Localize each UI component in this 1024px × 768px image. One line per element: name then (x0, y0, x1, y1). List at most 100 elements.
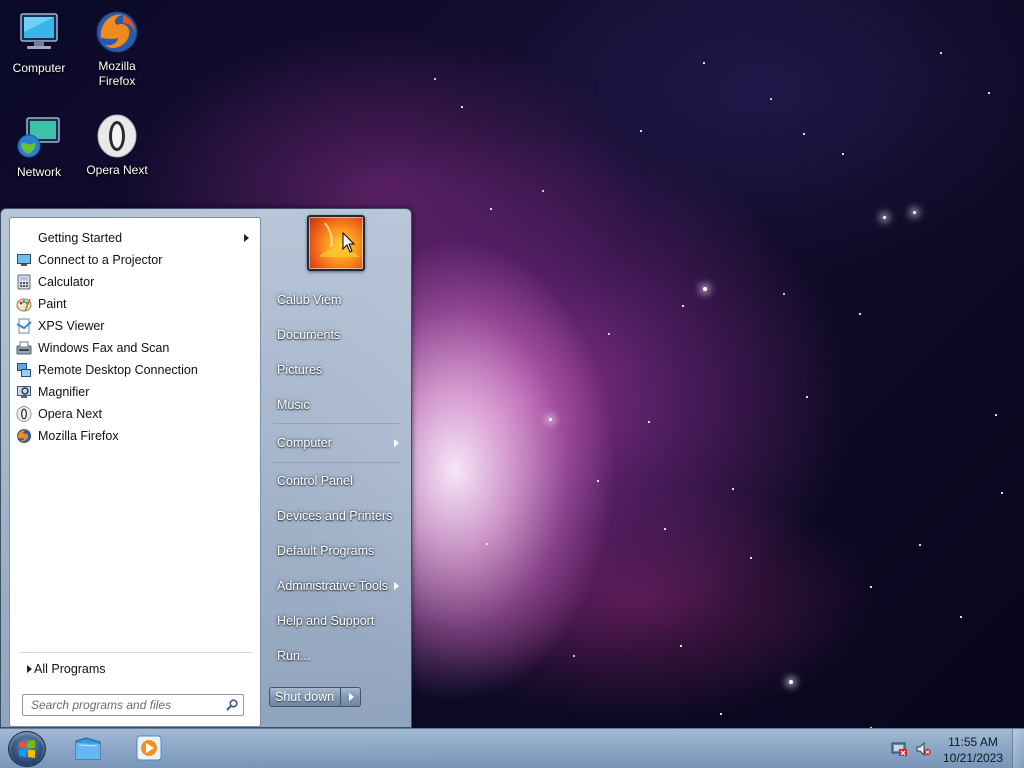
star (542, 190, 544, 192)
program-item-opera-next[interactable]: Opera Next (10, 403, 260, 425)
start-link-pictures[interactable]: Pictures (269, 355, 405, 385)
desktop-icon-label: Mozilla (98, 59, 136, 73)
start-link-run[interactable]: Run... (269, 641, 405, 671)
start-link-label: Music (277, 398, 310, 412)
shutdown-label: Shut down (275, 690, 335, 704)
star (640, 130, 642, 132)
magnifier-icon (16, 384, 32, 400)
star (803, 133, 805, 135)
start-menu: Getting Started Connect to a Projector Cal… (0, 208, 412, 728)
start-button[interactable] (8, 731, 46, 767)
divider (20, 652, 252, 653)
show-desktop-button[interactable] (1012, 729, 1024, 768)
divider (273, 462, 401, 463)
program-label: Mozilla Firefox (38, 429, 119, 443)
star (720, 713, 722, 715)
start-link-music[interactable]: Music (269, 390, 405, 420)
system-clock[interactable]: 11:55 AM 10/21/2023 (940, 734, 1006, 766)
action-center-flag-icon[interactable] (891, 742, 907, 756)
star (608, 333, 610, 335)
desktop-icon-opera-next[interactable]: Opera Next (78, 112, 156, 178)
triangle-right-icon (27, 665, 32, 673)
program-label: Opera Next (38, 407, 102, 421)
desktop-icon-computer[interactable]: Computer (0, 10, 78, 76)
program-label: Paint (38, 297, 67, 311)
firefox-icon (16, 428, 32, 444)
program-item-getting-started[interactable]: Getting Started (10, 227, 260, 249)
start-link-default-programs[interactable]: Default Programs (269, 536, 405, 566)
all-programs-button[interactable]: All Programs (18, 658, 254, 680)
star (919, 544, 921, 546)
start-link-devices-and-printers[interactable]: Devices and Printers (269, 501, 405, 531)
desktop-icon-label: Network (16, 165, 61, 179)
program-item-windows-fax-and-scan[interactable]: Windows Fax and Scan (10, 337, 260, 359)
program-label: Windows Fax and Scan (38, 341, 170, 355)
program-label: Magnifier (38, 385, 90, 399)
star (770, 98, 772, 100)
computer-icon (15, 10, 63, 58)
programs-pane: Getting Started Connect to a Projector Cal… (9, 217, 261, 727)
taskbar-media-player-button[interactable] (134, 733, 164, 763)
user-account-picture[interactable] (307, 215, 365, 271)
start-link-computer[interactable]: Computer (269, 428, 405, 458)
program-item-xps-viewer[interactable]: XPS Viewer (10, 315, 260, 337)
star (940, 52, 942, 54)
start-link-label: Default Programs (277, 544, 375, 558)
star (682, 305, 684, 307)
shutdown-options-button[interactable] (340, 688, 361, 706)
program-item-paint[interactable]: Paint (10, 293, 260, 315)
search-placeholder: Search programs and files (31, 698, 172, 712)
star (913, 211, 916, 214)
start-link-label: Run... (277, 649, 311, 663)
firefox-icon (93, 8, 141, 56)
star (549, 418, 552, 421)
program-label: Getting Started (38, 231, 123, 245)
start-link-calub-viem[interactable]: Calub Viem (269, 285, 405, 315)
desktop-icon-label-line2: Firefox (98, 74, 136, 88)
file-explorer-icon (75, 737, 101, 760)
start-link-label: Computer (277, 436, 332, 450)
start-link-label: Pictures (277, 363, 323, 377)
start-link-label: Documents (277, 328, 341, 342)
paint-icon (16, 296, 32, 312)
network-icon (15, 114, 63, 162)
program-item-connect-to-a-projector[interactable]: Connect to a Projector (10, 249, 260, 271)
start-link-documents[interactable]: Documents (269, 320, 405, 350)
star (573, 655, 575, 657)
star (597, 480, 599, 482)
star (732, 488, 734, 490)
star (664, 528, 666, 530)
calculator-icon (16, 274, 32, 290)
program-item-magnifier[interactable]: Magnifier (10, 381, 260, 403)
program-item-calculator[interactable]: Calculator (10, 271, 260, 293)
star (461, 106, 463, 108)
desktop-icon-firefox[interactable]: Mozilla Firefox (78, 8, 156, 89)
star (842, 153, 844, 155)
star (988, 92, 990, 94)
start-link-label: Help and Support (277, 614, 375, 628)
submenu-arrow-icon (394, 439, 399, 447)
program-item-mozilla-firefox[interactable]: Mozilla Firefox (10, 425, 260, 447)
all-programs-label: All Programs (34, 662, 106, 676)
start-link-help-and-support[interactable]: Help and Support (269, 606, 405, 636)
search-icon[interactable] (226, 699, 238, 711)
desktop-icon-network[interactable]: Network (0, 114, 78, 180)
taskbar-file-explorer-button[interactable] (73, 733, 103, 763)
star (883, 216, 886, 219)
start-link-label: Devices and Printers (277, 509, 393, 523)
clock-date: 10/21/2023 (942, 751, 1004, 765)
star (648, 421, 650, 423)
program-item-remote-desktop-connection[interactable]: Remote Desktop Connection (10, 359, 260, 381)
volume-muted-icon[interactable] (915, 741, 931, 757)
start-link-label: Calub Viem (277, 293, 342, 307)
star (859, 313, 861, 315)
star (703, 62, 705, 64)
submenu-arrow-icon (394, 582, 399, 590)
start-link-control-panel[interactable]: Control Panel (269, 466, 405, 496)
start-link-administrative-tools[interactable]: Administrative Tools (269, 571, 405, 601)
triangle-right-icon (349, 693, 354, 701)
media-player-icon (136, 735, 162, 761)
star (490, 208, 492, 210)
search-input[interactable]: Search programs and files (22, 694, 244, 716)
shutdown-button[interactable]: Shut down (269, 687, 361, 707)
